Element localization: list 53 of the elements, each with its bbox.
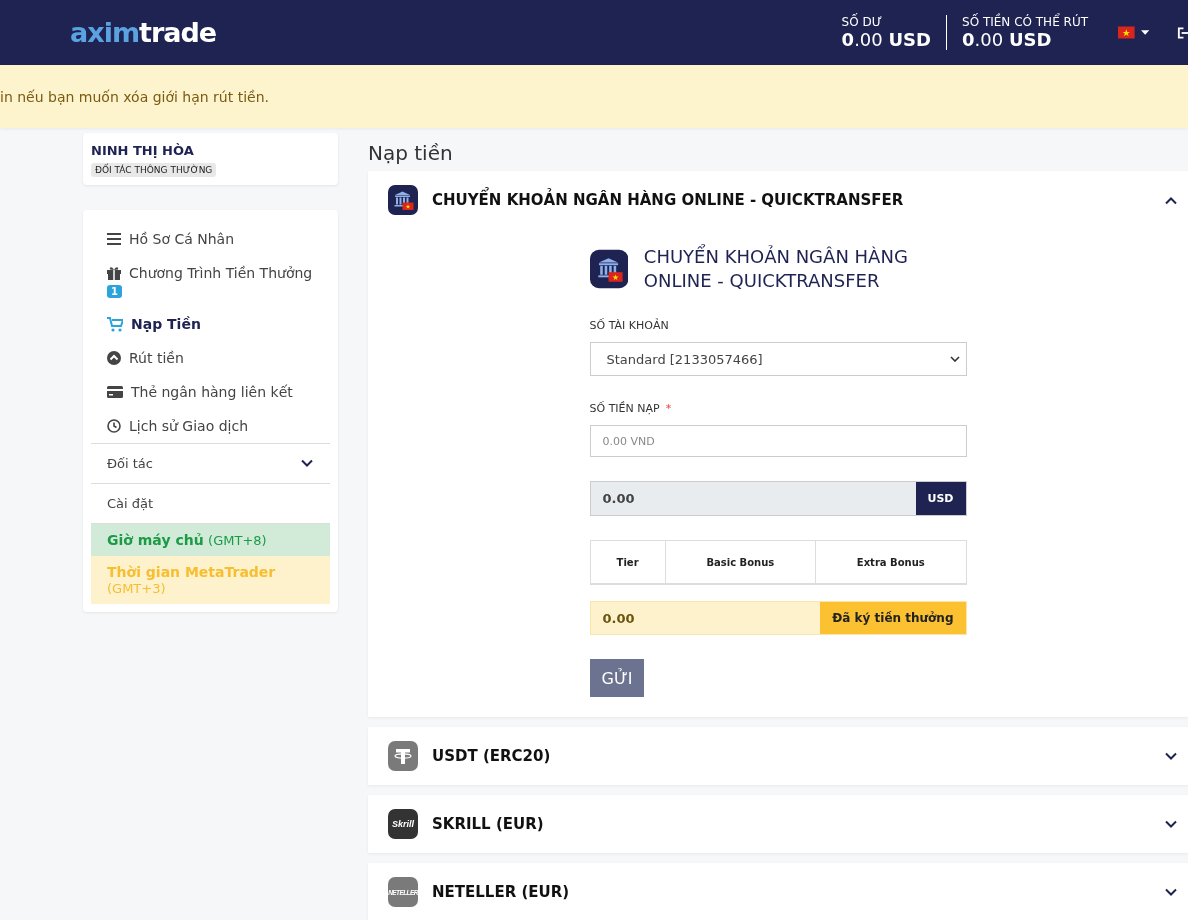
chevron-icon[interactable] <box>300 459 314 468</box>
bank-icon <box>388 185 418 215</box>
payment-method-title[interactable]: SKRILL (EUR) <box>432 815 1150 833</box>
sidebar-item[interactable]: Chương Trình Tiền Thưởng 1 <box>91 256 330 307</box>
list-icon <box>107 233 121 245</box>
payment-method-title[interactable]: NETELLER (EUR) <box>432 883 1150 901</box>
clock-icon <box>107 419 121 433</box>
caret-icon[interactable] <box>949 356 960 362</box>
sidebar-item[interactable]: Lịch sử Giao dịch <box>91 409 330 443</box>
server-time: Giờ máy chủ (GMT+8) <box>91 523 330 556</box>
converted-amount: 0.00 <box>590 482 916 515</box>
collapse-icon[interactable] <box>1164 195 1178 205</box>
account-select[interactable]: Standard [2133057466] <box>589 342 967 376</box>
expand-icon[interactable] <box>1164 887 1178 897</box>
skrill-logo: Skrill <box>388 809 418 839</box>
submit-button[interactable]: GỬI <box>589 659 645 697</box>
gift-icon <box>107 266 121 280</box>
sidebar-item[interactable]: Rút tiền <box>91 341 330 375</box>
sidebar-item[interactable]: Thẻ ngân hàng liên kết <box>91 375 330 409</box>
table-header: Extra Bonus <box>815 540 966 584</box>
credit-card-icon <box>107 386 123 398</box>
up-arrow-circle-icon <box>107 351 121 365</box>
count-badge: 1 <box>107 285 122 298</box>
method-heading: CHUYỂN KHOẢN NGÂN HÀNG ONLINE - QUICKTRANSFER <box>643 245 909 293</box>
expand-icon[interactable] <box>1164 819 1178 829</box>
sidebar-item[interactable]: Hồ Sơ Cá Nhân <box>91 222 330 256</box>
metatrader-time: Thời gian MetaTrader (GMT+3) <box>91 556 330 604</box>
currency-label: USD <box>915 482 966 515</box>
bonus-amount: 0.00 <box>601 609 636 628</box>
payment-method-title[interactable]: USDT (ERC20) <box>432 747 1150 765</box>
table-header: Tier <box>590 540 666 584</box>
balance-label: SỐ DƯ <box>841 15 884 29</box>
sidebar-item[interactable]: Nạp Tiền <box>91 307 330 341</box>
field-label: SỐ TÀI KHOẢN <box>589 319 670 332</box>
tether-logo-icon <box>388 741 418 771</box>
cart-icon <box>107 316 123 332</box>
logout-icon[interactable] <box>1176 25 1188 40</box>
notice-text: in nếu bạn muốn xóa giới hạn rút tiền. <box>0 88 269 105</box>
balance-label: SỐ TIỀN CÓ THỂ RÚT <box>962 15 1088 29</box>
amount-input[interactable]: 0.00 VND <box>589 425 967 457</box>
page-title: Nạp tiền <box>368 141 454 165</box>
sidebar-section[interactable]: Đối tác <box>91 443 330 483</box>
caret-icon[interactable] <box>1140 30 1149 35</box>
vietnam-flag-icon[interactable] <box>1118 26 1135 39</box>
table-header: Basic Bonus <box>665 540 816 584</box>
user-name: NINH THỊ HÒA <box>91 143 195 158</box>
balance-amount: 0.00 USD <box>841 29 932 50</box>
partner-badge: ĐỐI TÁC THÔNG THƯỜNG <box>91 163 217 177</box>
bonus-button[interactable]: Đã ký tiền thưởng <box>820 602 966 634</box>
logo[interactable]: aximtrade <box>70 17 217 48</box>
expand-icon[interactable] <box>1164 751 1178 761</box>
balance-amount: 0.00 USD <box>962 29 1053 50</box>
field-label: SỐ TIỀN NẠP * <box>589 402 673 415</box>
